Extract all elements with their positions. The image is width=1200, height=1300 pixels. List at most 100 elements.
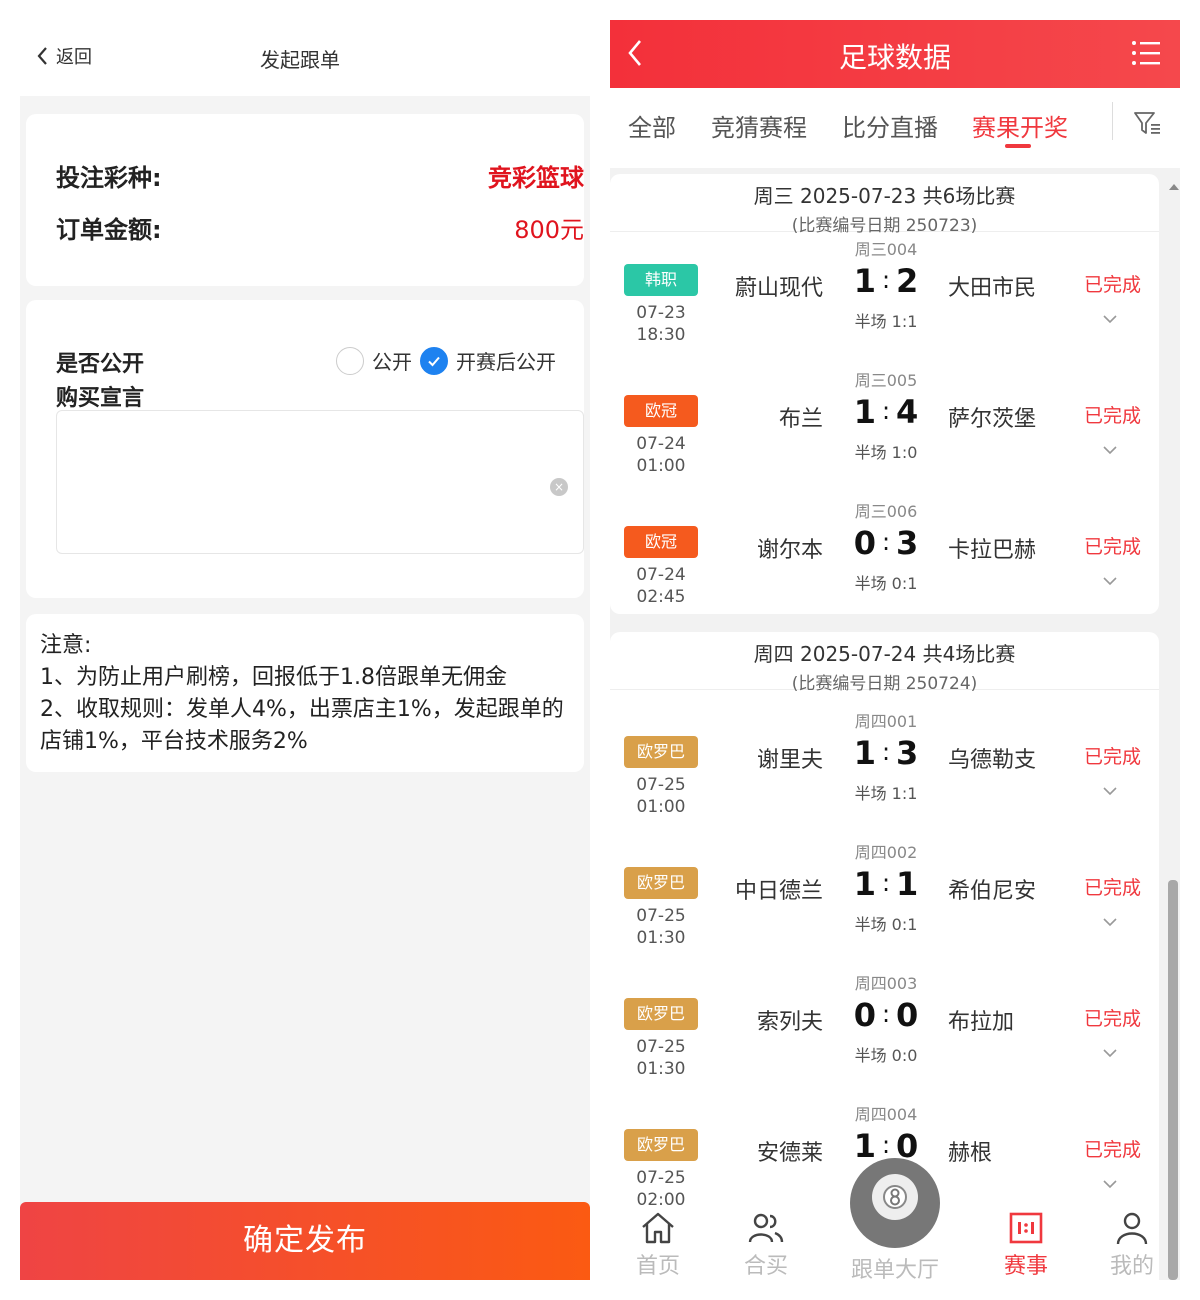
score-board-icon: [1009, 1212, 1043, 1244]
nav-events-label: 赛事: [1003, 1254, 1048, 1279]
away-team: 布拉加: [948, 1010, 1015, 1035]
day-subtitle: (比赛编号日期 250723): [791, 216, 978, 236]
filter-icon[interactable]: [1132, 108, 1162, 138]
match-row[interactable]: 周四001 欧罗巴 07-25 01:00 谢里夫 1:3 乌德勒支 半场 1:…: [610, 706, 1159, 836]
declaration-label: 购买宣言: [56, 386, 145, 411]
match-date: 07-25: [636, 906, 686, 926]
chevron-down-icon[interactable]: [1102, 1048, 1118, 1058]
match-code: 周三004: [854, 240, 918, 259]
match-status[interactable]: 已完成: [1084, 1004, 1141, 1031]
match-status[interactable]: 已完成: [1084, 532, 1141, 559]
amount-label: 订单金额:: [56, 216, 162, 244]
away-goals: 2: [896, 262, 919, 300]
home-team: 谢尔本: [756, 538, 823, 563]
match-row[interactable]: 周四003 欧罗巴 07-25 01:30 索列夫 0:0 布拉加 半场 0:0…: [610, 968, 1159, 1098]
publish-settings-card: 是否公开 购买宣言 公开 开赛后公开 ×: [26, 300, 584, 598]
chevron-down-icon[interactable]: [1102, 1179, 1118, 1189]
chevron-down-icon[interactable]: [1102, 786, 1118, 796]
match-code: 周三005: [854, 371, 918, 390]
away-team: 赫根: [948, 1141, 993, 1166]
half-time-score: 半场 0:1: [854, 574, 918, 593]
match-status[interactable]: 已完成: [1084, 742, 1141, 769]
notice-line-3: 店铺1%，平台技术服务2%: [40, 729, 308, 754]
match-status[interactable]: 已完成: [1084, 401, 1141, 428]
notice-line-1: 1、为防止用户刷榜，回报低于1.8倍跟单无佣金: [40, 665, 507, 690]
follow-hall-button[interactable]: [850, 1158, 940, 1248]
declaration-input[interactable]: [56, 410, 584, 554]
nav-mine-label: 我的: [1109, 1254, 1154, 1279]
nav-group-buy[interactable]: 合买: [726, 1210, 806, 1280]
home-goals: 1: [853, 734, 876, 772]
match-date: 07-23: [636, 303, 686, 323]
nav-follow-hall-label[interactable]: 跟单大厅: [830, 1252, 960, 1280]
clear-icon[interactable]: ×: [550, 478, 568, 496]
tab-live-score[interactable]: 比分直播: [842, 108, 938, 143]
tab-results[interactable]: 赛果开奖: [972, 108, 1068, 143]
match-status[interactable]: 已完成: [1084, 270, 1141, 297]
day-title: 周四 2025-07-24 共4场比赛: [753, 642, 1016, 666]
away-goals: 1: [896, 865, 919, 903]
radio-after-start[interactable]: [420, 346, 448, 375]
match-row[interactable]: 周三004 韩职 07-23 18:30 蔚山现代 1:2 大田市民 半场 1:…: [610, 234, 1159, 364]
match-row[interactable]: 周四002 欧罗巴 07-25 01:30 中日德兰 1:1 希伯尼安 半场 0…: [610, 837, 1159, 967]
match-datetime: 07-24 01:00: [624, 433, 698, 477]
match-datetime: 07-25 02:00: [624, 1167, 698, 1211]
chevron-down-icon[interactable]: [1102, 314, 1118, 324]
match-datetime: 07-24 02:45: [624, 564, 698, 608]
match-status[interactable]: 已完成: [1084, 1135, 1141, 1162]
away-goals: 4: [896, 393, 919, 431]
match-date: 07-25: [636, 1037, 686, 1057]
bet-type-label: 投注彩种:: [56, 164, 162, 192]
match-row[interactable]: 周三006 欧冠 07-24 02:45 谢尔本 0:3 卡拉巴赫 半场 0:1…: [610, 496, 1159, 626]
match-time: 01:00: [636, 797, 686, 817]
score-separator: :: [881, 869, 891, 897]
away-goals: 0: [896, 996, 919, 1034]
tab-schedule[interactable]: 竞猜赛程: [711, 108, 807, 143]
notice-line-2: 2、收取规则：发单人4%，出票店主1%，发起跟单的: [40, 697, 564, 722]
home-goals: 1: [853, 262, 876, 300]
bottom-nav: 首页 合买 跟单大厅 赛事 我的: [610, 1158, 1180, 1280]
nav-events[interactable]: 赛事: [986, 1210, 1066, 1280]
chevron-down-icon[interactable]: [1102, 917, 1118, 927]
scroll-up-arrow[interactable]: [1169, 184, 1179, 190]
bet-type-value: 竞彩篮球: [488, 164, 584, 192]
radio-public[interactable]: [336, 346, 364, 375]
home-goals: 1: [853, 1127, 876, 1165]
match-time: 01:30: [636, 928, 686, 948]
tab-all[interactable]: 全部: [628, 108, 676, 143]
radio-public-label[interactable]: 公开: [372, 346, 412, 375]
football-data-panel: 足球数据 全部 竞猜赛程 比分直播 赛果开奖 周三 2025-07-23 共6场…: [610, 20, 1180, 1280]
day-header: 周四 2025-07-24 共4场比赛 (比赛编号日期 250724): [610, 632, 1159, 694]
chevron-down-icon[interactable]: [1102, 576, 1118, 586]
match-code: 周四004: [854, 1105, 918, 1124]
check-icon: [428, 356, 440, 366]
half-time-score: 半场 1:1: [854, 784, 918, 803]
tab-bar: 全部 竞猜赛程 比分直播 赛果开奖: [610, 88, 1180, 168]
chevron-down-icon[interactable]: [1102, 445, 1118, 455]
menu-list-icon[interactable]: [1130, 39, 1162, 67]
nav-home[interactable]: 首页: [618, 1210, 698, 1280]
match-date: 07-24: [636, 565, 686, 585]
order-info-card: 投注彩种: 竞彩篮球 订单金额: 800元: [26, 114, 584, 286]
home-team: 中日德兰: [734, 879, 823, 904]
nav-group-buy-label: 合买: [743, 1254, 788, 1279]
page-title: 足球数据: [838, 41, 951, 74]
nav-mine[interactable]: 我的: [1092, 1210, 1172, 1280]
away-team: 卡拉巴赫: [948, 538, 1037, 563]
left-header: 返回 发起跟单: [20, 0, 590, 96]
match-status[interactable]: 已完成: [1084, 873, 1141, 900]
match-code: 周四003: [854, 974, 918, 993]
confirm-publish-button[interactable]: 确定发布: [20, 1202, 590, 1280]
full-time-score: 1:1: [850, 865, 922, 903]
full-time-score: 0:3: [850, 524, 922, 562]
notice-card: 注意: 1、为防止用户刷榜，回报低于1.8倍跟单无佣金 2、收取规则：发单人4%…: [26, 614, 584, 772]
match-row[interactable]: 周三005 欧冠 07-24 01:00 布兰 1:4 萨尔茨堡 半场 1:0 …: [610, 365, 1159, 495]
away-goals: 3: [896, 734, 919, 772]
radio-after-start-label[interactable]: 开赛后公开: [456, 346, 556, 375]
score-separator: :: [881, 397, 891, 425]
home-goals: 1: [853, 865, 876, 903]
match-datetime: 07-25 01:00: [624, 774, 698, 818]
nav-home-label: 首页: [635, 1254, 680, 1279]
user-icon: [1116, 1212, 1148, 1245]
half-time-score: 半场 1:0: [854, 443, 918, 462]
